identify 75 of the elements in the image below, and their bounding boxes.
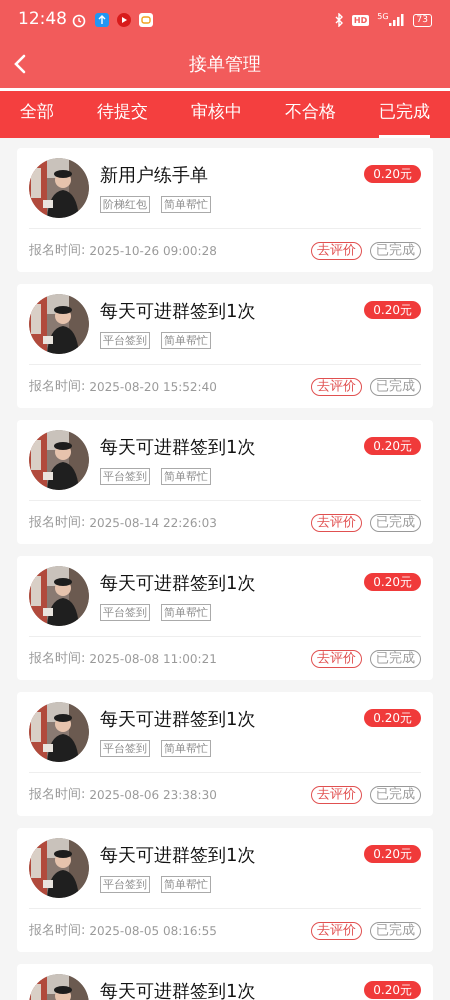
tag: 简单帮忙 bbox=[161, 740, 211, 757]
tag: 简单帮忙 bbox=[161, 604, 211, 621]
review-button[interactable]: 去评价 bbox=[311, 242, 362, 260]
status-badge: 已完成 bbox=[370, 378, 421, 396]
back-icon bbox=[14, 54, 26, 74]
price-badge: 0.20元 bbox=[364, 437, 421, 455]
status-badge: 已完成 bbox=[370, 514, 421, 532]
status-badge: 已完成 bbox=[370, 242, 421, 260]
signup-time: 2025-10-26 09:00:28 bbox=[89, 242, 217, 260]
app-icon bbox=[95, 13, 109, 27]
tag: 简单帮忙 bbox=[161, 468, 211, 485]
page-title: 接单管理 bbox=[189, 52, 261, 76]
tab[interactable]: 审核中 bbox=[191, 91, 242, 138]
signup-label: 报名时间: bbox=[29, 650, 86, 668]
back-button[interactable] bbox=[14, 54, 28, 74]
order-card[interactable]: 每天可进群签到1次 0.20元 平台签到 简单帮忙 报名时间: 2025-08-20 15:52:40 去评价 已完成 bbox=[17, 284, 433, 408]
status-badge: 已完成 bbox=[370, 786, 421, 804]
app-icon bbox=[117, 13, 131, 27]
order-card[interactable]: 每天可进群签到1次 0.20元 平台签到 简单帮忙 报名时间: 2025-08-05 08:16:55 去评价 已完成 bbox=[17, 828, 433, 952]
order-title: 新用户练手单 bbox=[100, 164, 208, 188]
price-badge: 0.20元 bbox=[364, 573, 421, 591]
network-label: 5G bbox=[377, 11, 389, 23]
tag: 平台签到 bbox=[100, 332, 150, 349]
order-title: 每天可进群签到1次 bbox=[100, 708, 256, 732]
alarm-icon bbox=[71, 12, 87, 28]
tag: 简单帮忙 bbox=[161, 876, 211, 893]
review-button[interactable]: 去评价 bbox=[311, 514, 362, 532]
order-card[interactable]: 每天可进群签到1次 0.20元 bbox=[17, 964, 433, 1000]
review-button[interactable]: 去评价 bbox=[311, 786, 362, 804]
tag: 平台签到 bbox=[100, 604, 150, 621]
order-card[interactable]: 每天可进群签到1次 0.20元 平台签到 简单帮忙 报名时间: 2025-08-08 11:00:21 去评价 已完成 bbox=[17, 556, 433, 680]
order-title: 每天可进群签到1次 bbox=[100, 436, 256, 460]
tag: 平台签到 bbox=[100, 468, 150, 485]
price-badge: 0.20元 bbox=[364, 165, 421, 183]
tab[interactable]: 待提交 bbox=[97, 91, 148, 138]
status-badge: 已完成 bbox=[370, 650, 421, 668]
signup-time: 2025-08-20 15:52:40 bbox=[89, 378, 217, 396]
signup-time: 2025-08-05 08:16:55 bbox=[89, 922, 217, 940]
signup-time: 2025-08-14 22:26:03 bbox=[89, 514, 217, 532]
tag: 简单帮忙 bbox=[161, 196, 211, 213]
signup-label: 报名时间: bbox=[29, 786, 86, 804]
signup-label: 报名时间: bbox=[29, 922, 86, 940]
order-card[interactable]: 新用户练手单 0.20元 阶梯红包 简单帮忙 报名时间: 2025-10-26 09:00:28 去评价 已完成 bbox=[17, 148, 433, 272]
signup-label: 报名时间: bbox=[29, 242, 86, 260]
tag: 平台签到 bbox=[100, 740, 150, 757]
tab[interactable]: 全部 bbox=[20, 91, 54, 138]
order-title: 每天可进群签到1次 bbox=[100, 980, 256, 1000]
signup-label: 报名时间: bbox=[29, 378, 86, 396]
tab[interactable]: 不合格 bbox=[285, 91, 336, 138]
battery-indicator: 73 bbox=[412, 14, 432, 26]
order-title: 每天可进群签到1次 bbox=[100, 572, 256, 596]
order-card[interactable]: 每天可进群签到1次 0.20元 平台签到 简单帮忙 报名时间: 2025-08-06 23:38:30 去评价 已完成 bbox=[17, 692, 433, 816]
status-badge: 已完成 bbox=[370, 922, 421, 940]
review-button[interactable]: 去评价 bbox=[311, 922, 362, 940]
order-title: 每天可进群签到1次 bbox=[100, 844, 256, 868]
app-icon bbox=[139, 13, 153, 27]
signup-label: 报名时间: bbox=[29, 514, 86, 532]
signup-time: 2025-08-08 11:00:21 bbox=[89, 650, 217, 668]
tag: 阶梯红包 bbox=[100, 196, 150, 213]
tag: 简单帮忙 bbox=[161, 332, 211, 349]
review-button[interactable]: 去评价 bbox=[311, 650, 362, 668]
tag: 平台签到 bbox=[100, 876, 150, 893]
price-badge: 0.20元 bbox=[364, 709, 421, 727]
clock: 12:48 bbox=[18, 8, 67, 32]
signup-time: 2025-08-06 23:38:30 bbox=[89, 786, 217, 804]
price-badge: 0.20元 bbox=[364, 301, 421, 319]
order-card[interactable]: 每天可进群签到1次 0.20元 平台签到 简单帮忙 报名时间: 2025-08-14 22:26:03 去评价 已完成 bbox=[17, 420, 433, 544]
hd-badge: HD bbox=[352, 14, 370, 26]
order-title: 每天可进群签到1次 bbox=[100, 300, 256, 324]
bluetooth-icon bbox=[334, 13, 344, 27]
review-button[interactable]: 去评价 bbox=[311, 378, 362, 396]
signal-icon bbox=[388, 14, 405, 26]
tab[interactable]: 已完成 bbox=[379, 91, 430, 138]
price-badge: 0.20元 bbox=[364, 845, 421, 863]
price-badge: 0.20元 bbox=[364, 981, 421, 999]
